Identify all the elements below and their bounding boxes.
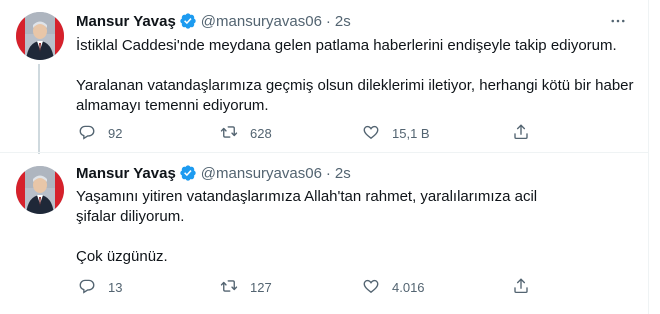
reply-button[interactable]: 13 (78, 277, 122, 297)
tweet-paragraph: İstiklal Caddesi'nde meydana gelen patla… (76, 37, 617, 54)
separator-dot: · (325, 164, 331, 182)
avatar[interactable] (16, 12, 64, 60)
tweet-header: Mansur Yavaş @mansuryavas06 · 2s (76, 11, 351, 31)
author-name[interactable]: Mansur Yavaş (76, 13, 176, 30)
verified-badge-icon (179, 12, 197, 30)
tweet[interactable]: Mansur Yavaş @mansuryavas06 · 2s Yaşamın… (0, 153, 648, 314)
like-icon (362, 123, 380, 144)
tweet-actions: 13 127 4.016 (70, 277, 540, 297)
like-count: 4.016 (392, 279, 425, 295)
like-button[interactable]: 15,1 B (362, 123, 430, 143)
tweet-paragraph: Çok üzgünüz. (76, 248, 168, 265)
reply-count: 13 (108, 279, 123, 295)
thread-connector (38, 64, 40, 154)
tweet-paragraph: Yaşamını yitiren vatandaşlarımıza Allah'… (76, 188, 538, 225)
share-button[interactable] (512, 123, 530, 143)
reply-icon (78, 277, 96, 298)
retweet-count: 628 (250, 125, 272, 141)
avatar[interactable] (16, 166, 64, 214)
tweet-thread: Mansur Yavaş @mansuryavas06 · 2s İstikla… (0, 0, 660, 314)
more-options-icon[interactable] (608, 11, 628, 31)
tweet-timestamp[interactable]: 2s (335, 165, 351, 182)
verified-badge-icon (179, 164, 197, 182)
tweet-text: Yaşamını yitiren vatandaşlarımıza Allah'… (76, 187, 636, 267)
author-handle[interactable]: @mansuryavas06 (201, 165, 322, 182)
like-count: 15,1 B (392, 125, 430, 141)
retweet-icon (220, 277, 238, 298)
tweet-header: Mansur Yavaş @mansuryavas06 · 2s (76, 163, 351, 183)
reply-count: 92 (108, 125, 123, 141)
tweet-text: İstiklal Caddesi'nde meydana gelen patla… (76, 36, 636, 116)
tweet-timestamp[interactable]: 2s (335, 13, 351, 30)
retweet-button[interactable]: 628 (220, 123, 272, 143)
like-button[interactable]: 4.016 (362, 277, 425, 297)
retweet-icon (220, 123, 238, 144)
timeline-border (648, 0, 649, 314)
like-icon (362, 277, 380, 298)
retweet-button[interactable]: 127 (220, 277, 272, 297)
share-icon (512, 277, 530, 298)
separator-dot: · (325, 12, 331, 30)
tweet-actions: 92 628 15,1 B (70, 123, 540, 143)
retweet-count: 127 (250, 279, 272, 295)
tweet-paragraph: Yaralanan vatandaşlarımıza geçmiş olsun … (76, 77, 634, 114)
share-button[interactable] (512, 277, 530, 297)
reply-button[interactable]: 92 (78, 123, 122, 143)
tweet[interactable]: Mansur Yavaş @mansuryavas06 · 2s İstikla… (0, 0, 648, 154)
share-icon (512, 123, 530, 144)
author-name[interactable]: Mansur Yavaş (76, 165, 176, 182)
reply-icon (78, 123, 96, 144)
author-handle[interactable]: @mansuryavas06 (201, 13, 322, 30)
